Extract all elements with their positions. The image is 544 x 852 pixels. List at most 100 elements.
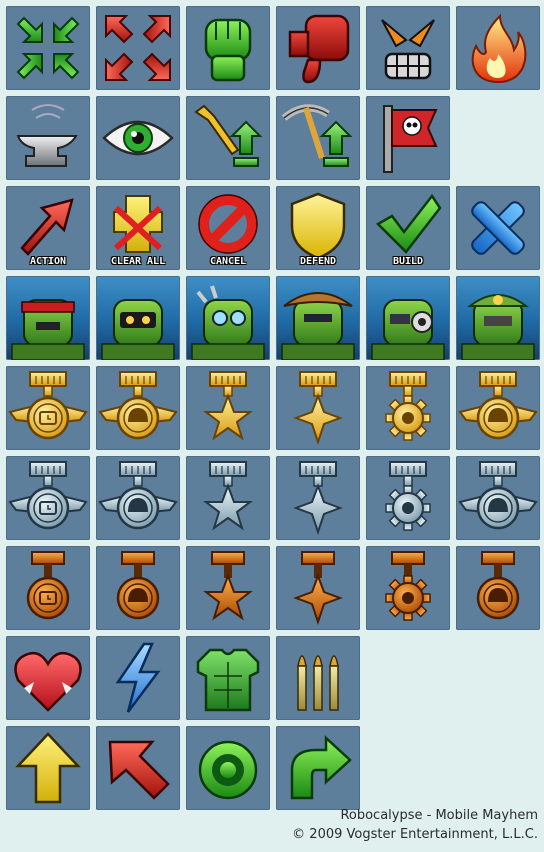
- heart-icon-tile[interactable]: [6, 636, 90, 720]
- gold-star-medal-icon: [203, 371, 253, 441]
- silver-winged-helmet-medal-icon-tile[interactable]: [456, 456, 540, 540]
- defend-shield-icon-tile[interactable]: DEFEND: [276, 186, 360, 270]
- thumbs-down-icon: [288, 14, 350, 84]
- x-mark-icon: [471, 201, 525, 255]
- bronze-helmet-medal-icon-tile[interactable]: [456, 546, 540, 630]
- gold-gear-medal-icon: [385, 371, 431, 441]
- gold-winged-clock-medal-icon: [8, 371, 88, 440]
- tank-robot-portrait-tile[interactable]: [96, 276, 180, 360]
- build-check-icon-tile[interactable]: BUILD: [366, 186, 450, 270]
- ammo-icon-tile[interactable]: [276, 636, 360, 720]
- cowboy-robot-portrait-tile[interactable]: [276, 276, 360, 360]
- sheet-row: [6, 96, 456, 180]
- silver-star-medal-icon: [203, 461, 253, 531]
- sheet-row: [6, 366, 544, 450]
- armor-vest-icon-tile[interactable]: [186, 636, 270, 720]
- gold-winged-helmet-medal-icon: [98, 371, 178, 440]
- expand-arrows-icon-tile[interactable]: [96, 6, 180, 90]
- x-mark-icon-tile[interactable]: [456, 186, 540, 270]
- sheet-row: [6, 456, 544, 540]
- spiked-robot-portrait: [191, 285, 265, 360]
- pickaxe-upgrade-icon: [281, 104, 353, 167]
- cannon-robot-portrait: [371, 299, 445, 360]
- angry-robot-face-icon-tile[interactable]: [366, 6, 450, 90]
- cancel-icon-tile[interactable]: CANCEL: [186, 186, 270, 270]
- bronze-helmet-medal-icon: [476, 551, 520, 620]
- sheet-row: ACTION CLEAR ALL CANCEL DEFEND BUILD: [6, 186, 544, 270]
- silver-winged-helmet-medal-icon-tile[interactable]: [96, 456, 180, 540]
- anvil-icon-tile[interactable]: [6, 96, 90, 180]
- bronze-cross-medal-icon: [293, 551, 343, 626]
- bronze-clock-medal-icon: [26, 551, 70, 620]
- gold-winged-helmet-medal-icon-tile[interactable]: [96, 366, 180, 450]
- silver-cross-medal-icon-tile[interactable]: [276, 456, 360, 540]
- thumbs-down-icon-tile[interactable]: [276, 6, 360, 90]
- skull-flag-icon: [383, 105, 438, 173]
- silver-winged-helmet-medal-icon: [98, 461, 178, 530]
- tile-caption: DEFEND: [299, 256, 337, 267]
- action-arrow-icon-tile[interactable]: ACTION: [6, 186, 90, 270]
- shrink-arrows-icon-tile[interactable]: [6, 6, 90, 90]
- credits-title: Robocalypse - Mobile Mayhem: [340, 808, 538, 823]
- shrink-arrows-icon: [16, 16, 80, 80]
- wrench-upgrade-icon: [194, 104, 263, 167]
- gold-winged-helmet-medal-icon-tile[interactable]: [456, 366, 540, 450]
- bronze-gear-medal-icon: [385, 551, 431, 621]
- green-fist-icon: [204, 18, 252, 82]
- tank-robot-portrait: [101, 299, 175, 360]
- eye-icon-tile[interactable]: [96, 96, 180, 180]
- red-diagonal-arrow-icon: [108, 740, 170, 800]
- wrench-upgrade-icon-tile[interactable]: [186, 96, 270, 180]
- clear-all-icon-tile[interactable]: CLEAR ALL: [96, 186, 180, 270]
- silver-star-medal-icon-tile[interactable]: [186, 456, 270, 540]
- red-diagonal-arrow-icon-tile[interactable]: [96, 726, 180, 810]
- gold-cross-medal-icon: [293, 371, 343, 446]
- tile-caption: BUILD: [392, 256, 424, 267]
- fire-icon: [471, 13, 527, 84]
- fire-icon-tile[interactable]: [456, 6, 540, 90]
- credits: Robocalypse - Mobile Mayhem © 2009 Vogst…: [292, 806, 538, 844]
- sheet-row: [6, 546, 544, 630]
- sprite-sheet: ACTION CLEAR ALL CANCEL DEFEND BUILD: [0, 0, 544, 852]
- lightning-icon-tile[interactable]: [96, 636, 180, 720]
- silver-winged-helmet-medal-icon: [458, 461, 538, 530]
- gold-star-medal-icon-tile[interactable]: [186, 366, 270, 450]
- gold-gear-medal-icon-tile[interactable]: [366, 366, 450, 450]
- green-u-turn-arrow-icon-tile[interactable]: [276, 726, 360, 810]
- bandana-robot-portrait: [11, 299, 85, 360]
- sheet-row: [6, 6, 544, 90]
- general-robot-portrait-tile[interactable]: [456, 276, 540, 360]
- bronze-clock-medal-icon-tile[interactable]: [6, 546, 90, 630]
- skull-flag-icon-tile[interactable]: [366, 96, 450, 180]
- heart-icon: [14, 651, 82, 712]
- bronze-cross-medal-icon-tile[interactable]: [276, 546, 360, 630]
- sheet-row: [6, 276, 544, 360]
- eye-icon: [102, 120, 174, 156]
- cannon-robot-portrait-tile[interactable]: [366, 276, 450, 360]
- silver-winged-clock-medal-icon-tile[interactable]: [6, 456, 90, 540]
- bronze-star-medal-icon-tile[interactable]: [186, 546, 270, 630]
- green-target-icon-tile[interactable]: [186, 726, 270, 810]
- bandana-robot-portrait-tile[interactable]: [6, 276, 90, 360]
- general-robot-portrait: [461, 294, 535, 360]
- credits-copyright: © 2009 Vogster Entertainment, L.L.C.: [292, 827, 538, 842]
- gold-winged-clock-medal-icon-tile[interactable]: [6, 366, 90, 450]
- pickaxe-upgrade-icon-tile[interactable]: [276, 96, 360, 180]
- ammo-icon: [297, 655, 339, 711]
- anvil-icon: [16, 104, 78, 167]
- yellow-up-arrow-icon-tile[interactable]: [6, 726, 90, 810]
- green-fist-icon-tile[interactable]: [186, 6, 270, 90]
- silver-gear-medal-icon-tile[interactable]: [366, 456, 450, 540]
- green-target-icon: [198, 740, 258, 800]
- gold-cross-medal-icon-tile[interactable]: [276, 366, 360, 450]
- bronze-helmet-medal-icon: [116, 551, 160, 620]
- bronze-gear-medal-icon-tile[interactable]: [366, 546, 450, 630]
- silver-winged-clock-medal-icon: [8, 461, 88, 530]
- bronze-helmet-medal-icon-tile[interactable]: [96, 546, 180, 630]
- spiked-robot-portrait-tile[interactable]: [186, 276, 270, 360]
- lightning-icon: [115, 642, 161, 713]
- tile-caption: ACTION: [29, 256, 67, 267]
- armor-vest-icon: [196, 648, 260, 712]
- sheet-row: [6, 636, 366, 720]
- tile-caption: CLEAR ALL: [110, 256, 166, 267]
